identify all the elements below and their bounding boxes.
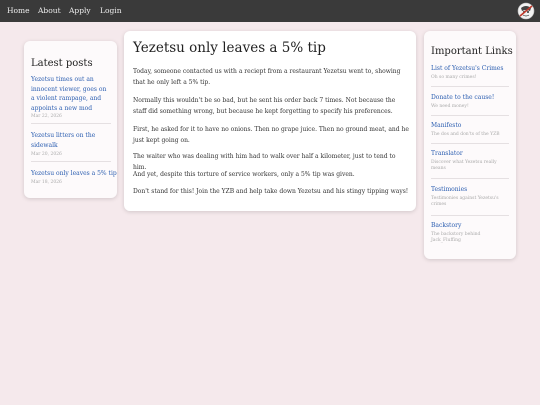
nav-apply-link[interactable]: Apply bbox=[69, 6, 91, 15]
post-date-1: Mar 22, 2026 bbox=[31, 114, 62, 119]
latest-posts-title: Latest posts bbox=[31, 58, 93, 69]
article-paragraph-2: Normally this wouldn't be so bad, but he… bbox=[133, 97, 396, 115]
link-donate[interactable]: Donate to the cause! bbox=[431, 94, 494, 101]
link-donate-subtitle: We need money! bbox=[431, 104, 469, 109]
link-separator-1 bbox=[431, 86, 509, 87]
link-translator[interactable]: Translator bbox=[431, 150, 463, 157]
nav-about-link[interactable]: About bbox=[38, 6, 61, 15]
post-link-1[interactable]: Yezetsu times out an innocent viewer, go… bbox=[31, 75, 111, 113]
link-crimes[interactable]: List of Yezetsu's Crimes bbox=[431, 65, 503, 72]
link-manifesto[interactable]: Manifesto bbox=[431, 122, 461, 129]
link-backstory[interactable]: Backstory bbox=[431, 222, 461, 229]
post-separator-1 bbox=[31, 123, 111, 124]
link-testimonies[interactable]: Testimonies bbox=[431, 186, 467, 193]
link-backstory-subtitle: The backstory behind Jack_Fluffing bbox=[431, 232, 481, 243]
post-date-2: Mar 20, 2026 bbox=[31, 152, 62, 157]
article-paragraph-1: Today, someone contacted us with a recie… bbox=[133, 68, 401, 86]
link-translator-subtitle: Discover what Yezetsu really means bbox=[431, 160, 497, 171]
post-date-3: Mar 18, 2026 bbox=[31, 180, 62, 185]
article-card bbox=[124, 31, 416, 211]
important-links-title: Important Links bbox=[431, 46, 513, 57]
link-crimes-subtitle: Oh so many crimes! bbox=[431, 75, 477, 80]
link-separator-5 bbox=[431, 215, 509, 216]
link-separator-4 bbox=[431, 178, 509, 179]
article-paragraph-6: Don't stand for this! Join the YZB and h… bbox=[133, 188, 409, 195]
link-separator-3 bbox=[431, 143, 509, 144]
link-manifesto-subtitle: The dos and don'ts of the YZB bbox=[431, 132, 500, 137]
post-link-2[interactable]: Yezetsu litters on the sidewalk bbox=[31, 131, 101, 150]
article-paragraph-3: First, he asked for it to have no onions… bbox=[133, 126, 409, 144]
nav-login-link[interactable]: Login bbox=[100, 6, 122, 15]
link-testimonies-subtitle: Testimonies against Yezetsu's crimes bbox=[431, 196, 499, 207]
nav-home-link[interactable]: Home bbox=[7, 6, 30, 15]
post-separator-2 bbox=[31, 161, 111, 162]
post-link-3[interactable]: Yezetsu only leaves a 5% tip bbox=[31, 169, 117, 179]
article-title: Yezetsu only leaves a 5% tip bbox=[133, 40, 326, 56]
site-logo-icon[interactable] bbox=[517, 2, 535, 20]
top-navigation-bar: Home About Apply Login bbox=[0, 0, 540, 22]
article-paragraph-5: And yet, despite this torture of service… bbox=[133, 171, 355, 178]
link-separator-2 bbox=[431, 115, 509, 116]
